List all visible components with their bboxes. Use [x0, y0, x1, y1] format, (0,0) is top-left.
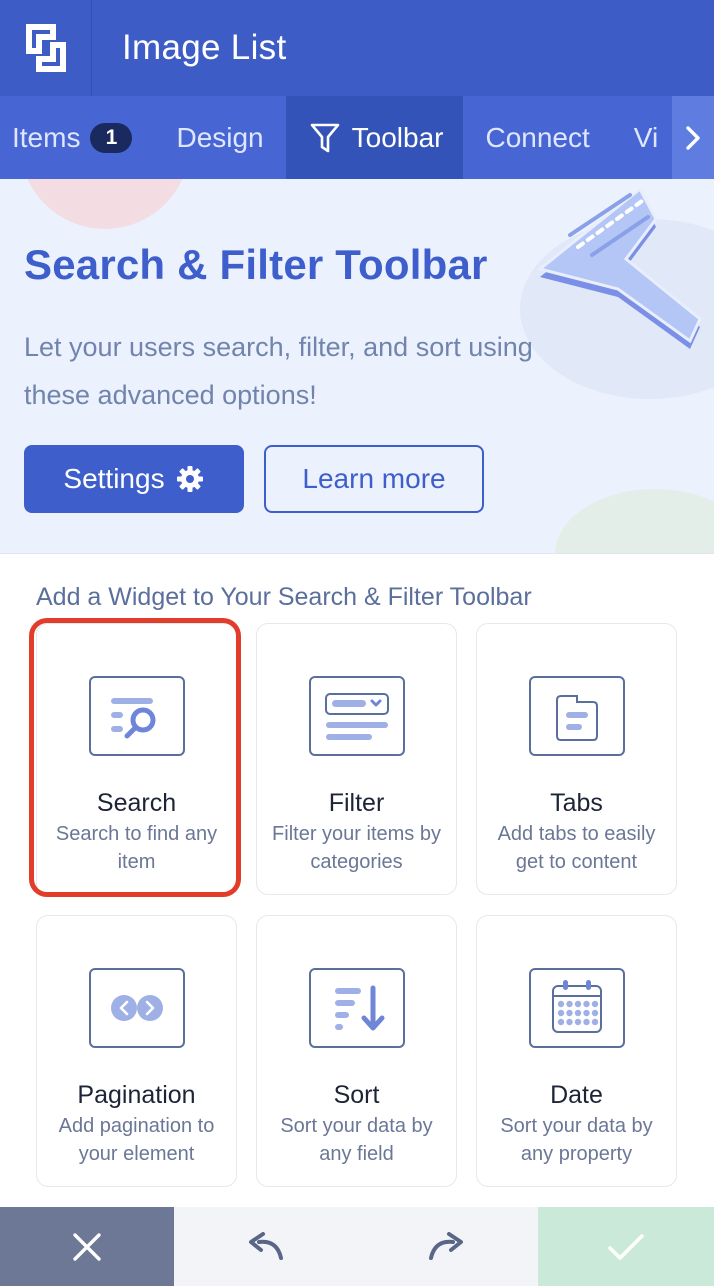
widget-description: Sort your data by any property [500, 1115, 653, 1165]
tab-design[interactable]: Design [154, 96, 285, 179]
widget-name: Tabs [550, 789, 603, 817]
close-icon [73, 1232, 101, 1261]
settings-button-label: Settings [63, 463, 165, 494]
app-root: Image List Items 1 Design Toolbar Connec… [0, 0, 714, 1286]
bottom-action-bar [0, 1207, 714, 1286]
hero-banner: Search & Filter Toolbar Let your users s… [0, 179, 714, 554]
funnel-icon [310, 122, 340, 154]
pagination-widget-icon [89, 968, 185, 1048]
tab-label: Design [176, 121, 264, 153]
tab-items[interactable]: Items 1 [0, 96, 154, 179]
redo-button[interactable] [397, 1207, 497, 1286]
hero-funnel-illustration-icon [530, 186, 714, 354]
widget-card-date[interactable]: Date Sort your data by any property [476, 915, 677, 1187]
decorative-blob [20, 179, 190, 229]
widget-card-search[interactable]: Search Search to find any item [36, 623, 237, 895]
gear-icon [175, 464, 205, 494]
app-title: Image List [122, 28, 287, 67]
widget-description: Filter your items by categories [272, 823, 441, 873]
undo-icon [249, 1231, 283, 1260]
widget-name: Date [550, 1081, 603, 1109]
tab-scroll-right-button[interactable] [672, 96, 714, 179]
app-logo-icon [0, 0, 92, 96]
check-icon [608, 1233, 644, 1260]
sort-widget-icon [309, 968, 405, 1048]
tab-vi[interactable]: Vi [612, 96, 680, 179]
widget-card-tabs[interactable]: Tabs Add tabs to easily get to content [476, 623, 677, 895]
learn-more-button[interactable]: Learn more [264, 445, 484, 513]
widget-description: Add pagination to your element [58, 1115, 215, 1165]
undo-button[interactable] [215, 1207, 315, 1286]
widget-description: Add tabs to easily get to content [497, 823, 656, 873]
settings-button[interactable]: Settings [24, 445, 244, 513]
search-widget-icon [89, 676, 185, 756]
tabs-widget-icon [529, 676, 625, 756]
decorative-blob [555, 489, 714, 553]
widgets-section-title: Add a Widget to Your Search & Filter Too… [36, 583, 532, 611]
hero-title: Search & Filter Toolbar [24, 241, 488, 288]
widget-card-filter[interactable]: Filter Filter your items by categories [256, 623, 457, 895]
history-controls [174, 1207, 538, 1286]
widget-name: Sort [333, 1081, 380, 1109]
tab-toolbar[interactable]: Toolbar [285, 96, 464, 179]
tab-label: Toolbar [351, 121, 444, 153]
app-header: Image List [0, 0, 714, 96]
confirm-button[interactable] [538, 1207, 714, 1286]
tab-label: Items [12, 121, 81, 153]
hero-description: Let your users search, filter, and sort … [24, 332, 533, 410]
tab-label: Connect [485, 121, 590, 153]
calendar-widget-icon [529, 968, 625, 1048]
tab-label: Vi [633, 121, 659, 153]
widget-description: Sort your data by any field [280, 1115, 433, 1165]
items-count-badge: 1 [90, 122, 133, 153]
tab-bar: Items 1 Design Toolbar Connect Vi [0, 96, 714, 179]
widget-card-sort[interactable]: Sort Sort your data by any field [256, 915, 457, 1187]
widget-name: Filter [328, 789, 385, 817]
redo-icon [429, 1231, 463, 1260]
widget-name: Search [96, 789, 177, 817]
widget-description: Search to find any item [55, 823, 218, 873]
widget-name: Pagination [77, 1081, 196, 1109]
chevron-right-icon [686, 125, 700, 150]
close-button[interactable] [0, 1207, 174, 1286]
tab-connect[interactable]: Connect [463, 96, 611, 179]
widget-card-pagination[interactable]: Pagination Add pagination to your elemen… [36, 915, 237, 1187]
filter-widget-icon [309, 676, 405, 756]
